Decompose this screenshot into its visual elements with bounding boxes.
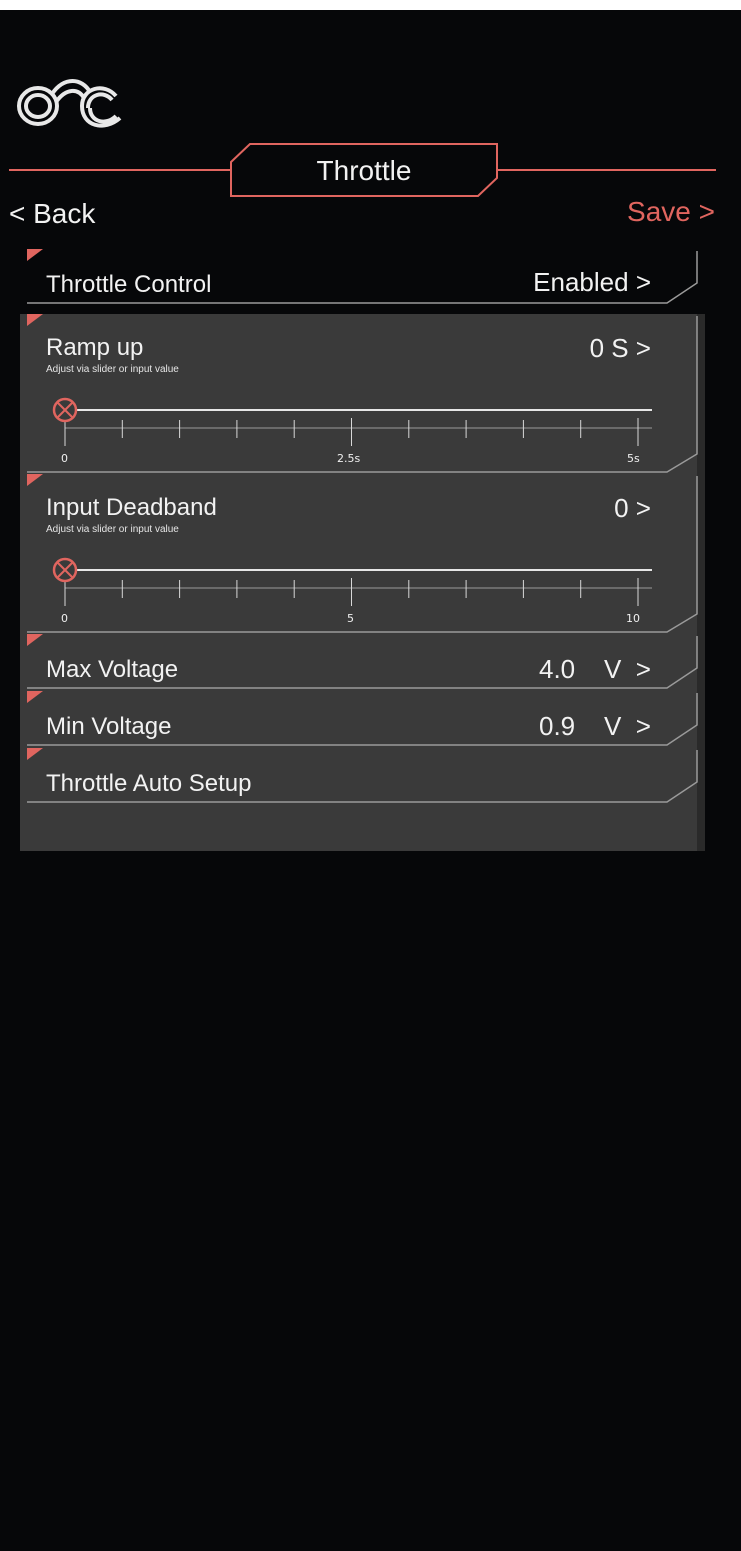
ramp-up-slider-handle-icon[interactable] — [52, 397, 78, 423]
ramp-up-tick-max: 5s — [627, 452, 640, 465]
status-bar — [0, 0, 741, 10]
accent-marker-icon — [27, 691, 43, 703]
input-deadband-value[interactable]: 0 > — [614, 493, 651, 524]
throttle-control-value[interactable]: Enabled > — [533, 267, 651, 298]
input-deadband-tick-mid: 5 — [347, 612, 354, 625]
accent-marker-icon — [27, 249, 43, 261]
input-deadband-tick-min: 0 — [61, 612, 68, 625]
max-voltage-value[interactable]: 4.0 V > — [539, 654, 651, 685]
back-button[interactable]: < Back — [9, 194, 95, 234]
rider-logo-icon — [12, 74, 128, 137]
throttle-control-row[interactable]: Throttle Control Enabled > — [27, 249, 700, 305]
min-voltage-row[interactable]: Min Voltage 0.9 V > — [27, 691, 700, 747]
accent-marker-icon — [27, 474, 43, 486]
input-deadband-hint: Adjust via slider or input value — [46, 524, 179, 535]
max-voltage-row[interactable]: Max Voltage 4.0 V > — [27, 634, 700, 690]
ramp-up-label: Ramp up — [46, 334, 144, 361]
page-title: Throttle — [316, 155, 412, 186]
input-deadband-slider-handle-icon[interactable] — [52, 557, 78, 583]
ramp-up-tick-mid: 2.5s — [337, 452, 361, 465]
accent-marker-icon — [27, 634, 43, 646]
ramp-up-hint: Adjust via slider or input value — [46, 364, 179, 375]
max-voltage-label: Max Voltage — [46, 656, 179, 683]
min-voltage-label: Min Voltage — [46, 713, 172, 740]
input-deadband-label: Input Deadband — [46, 494, 217, 521]
input-deadband-tick-max: 10 — [626, 612, 640, 625]
ramp-up-value[interactable]: 0 S > — [590, 333, 651, 364]
throttle-control-label: Throttle Control — [46, 271, 212, 298]
throttle-auto-setup-row[interactable]: Throttle Auto Setup — [27, 748, 700, 804]
accent-marker-icon — [27, 748, 43, 760]
accent-marker-icon — [27, 314, 43, 326]
ramp-up-tick-min: 0 — [61, 452, 68, 465]
throttle-auto-setup-label: Throttle Auto Setup — [46, 770, 252, 797]
min-voltage-value[interactable]: 0.9 V > — [539, 711, 651, 742]
save-button[interactable]: Save > — [627, 192, 715, 232]
